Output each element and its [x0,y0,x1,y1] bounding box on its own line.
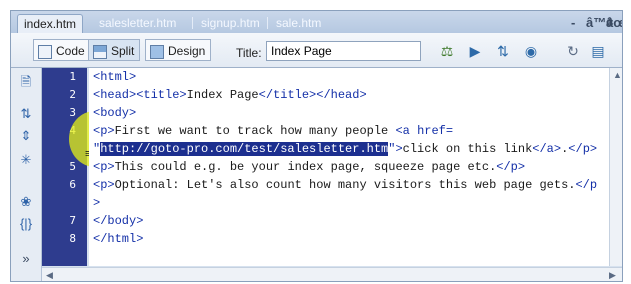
view-options-icon[interactable]: ▤ [589,43,607,59]
code-tag: <p> [93,178,115,192]
code-view-icon [38,44,52,59]
refresh-icon[interactable]: ↻ [564,43,582,59]
design-view-label: Design [168,44,206,58]
code-line: <body> [93,106,136,120]
code-tag: <p> [93,160,115,174]
collapse-tag-icon[interactable]: ⇅ [18,106,34,122]
more-options-icon[interactable]: » [18,251,34,267]
validate-icon[interactable]: ⚖ [438,43,456,59]
tab-sale-htm[interactable]: sale.htm [270,14,327,33]
code-line: "http://goto-pro.com/test/salesletter.ht… [93,142,597,156]
line-number: 7 [69,214,76,227]
code-line: </html> [93,232,143,246]
collapse-selection-icon[interactable]: ⇕ [18,128,34,144]
code-text: Index Page [186,88,259,102]
tab-separator [192,17,193,29]
scroll-left-icon[interactable]: ◀ [46,270,53,281]
code-line: <html> [93,70,136,84]
scroll-up-icon[interactable]: ▲ [613,70,622,80]
code-tag: </p [575,178,598,192]
code-tag: </p> [568,142,598,156]
document-tab-bar: index.htm salesletter.htm signup.htm sal… [11,11,622,34]
code-line: </body> [93,214,143,228]
code-tag: <a href= [395,124,454,138]
preview-icon[interactable]: ▶ [466,43,484,59]
coding-toolbar: 🗎 ⇅ ⇕ ✳ ❀ {|} » [11,68,42,281]
tab-signup-htm[interactable]: signup.htm [195,14,266,33]
code-tag: </a> [532,142,562,156]
code-line: <p>Optional: Let's also count how many v… [93,178,597,192]
editor-window: index.htm salesletter.htm signup.htm sal… [10,10,623,282]
code-text: This could e.g. be your index page, sque… [114,160,497,174]
code-line: <head><title>Index Page</title></head> [93,88,367,102]
split-view-icon [93,44,107,59]
code-line: > [93,196,100,210]
line-number: 5 [69,160,76,173]
selected-url[interactable]: http://goto-pro.com/test/salesletter.htm [100,142,389,156]
open-documents-icon[interactable]: 🗎 [18,74,34,90]
line-number: 3 [69,106,76,119]
minimize-button[interactable]: - [571,15,575,30]
design-view-icon [150,44,164,59]
line-number: 1 [69,70,76,83]
split-view-label: Split [111,44,135,58]
code-tag: <p> [93,124,115,138]
code-text: Optional: Let's also count how many visi… [114,178,576,192]
tab-label: sale.htm [276,16,322,30]
tab-salesletter-htm[interactable]: salesletter.htm [93,14,182,33]
expand-all-icon[interactable]: ✳ [18,152,34,168]
code-text: First we want to track how many people [114,124,396,138]
code-line: <p>First we want to track how many peopl… [93,124,453,138]
code-tag: </body> [93,214,144,228]
select-parent-tag-icon[interactable]: ❀ [18,194,34,210]
line-number: 2 [69,88,76,101]
document-toolbar: Code Split Design Title: ⚖ ▶ ⇅ ◉ ↻ ▤ [11,33,622,68]
line-number-gutter: 1 2 3 4 5 6 7 8 [42,68,87,266]
code-tag: <html> [93,70,137,84]
vertical-scrollbar[interactable]: ▲ [609,68,622,266]
split-view-button[interactable]: Split [88,39,141,61]
scroll-right-icon[interactable]: ▶ [609,270,616,281]
tab-separator [267,17,268,29]
code-line: <p>This could e.g. be your index page, s… [93,160,525,174]
code-view-button[interactable]: Code [33,39,91,61]
code-tag: "> [388,142,403,156]
code-tag: > [93,196,101,210]
page-title-input[interactable] [266,41,421,61]
code-tag: </html> [93,232,144,246]
tab-label: signup.htm [201,16,260,30]
code-tag: </title></head> [258,88,367,102]
horizontal-scrollbar[interactable]: ◀ ▶ [42,267,622,281]
code-tag: </p> [496,160,526,174]
balance-braces-icon[interactable]: {|} [18,216,34,232]
file-transfer-icon[interactable]: ⇅ [494,43,512,59]
code-tag: <body> [93,106,137,120]
tab-index-htm[interactable]: index.htm [17,14,84,33]
code-tag: <head><title> [93,88,187,102]
browser-preview-icon[interactable]: ◉ [522,43,540,59]
code-editor[interactable]: <html> <head><title>Index Page</title></… [89,68,609,266]
line-number: 6 [69,178,76,191]
tab-label: salesletter.htm [99,16,177,30]
title-label: Title: [236,46,262,60]
line-number: 8 [69,232,76,245]
code-view-label: Code [56,44,85,58]
tab-label: index.htm [24,17,77,31]
code-text: click on this link [402,142,533,156]
design-view-button[interactable]: Design [145,39,212,61]
close-button[interactable]: âœ• [606,15,622,30]
